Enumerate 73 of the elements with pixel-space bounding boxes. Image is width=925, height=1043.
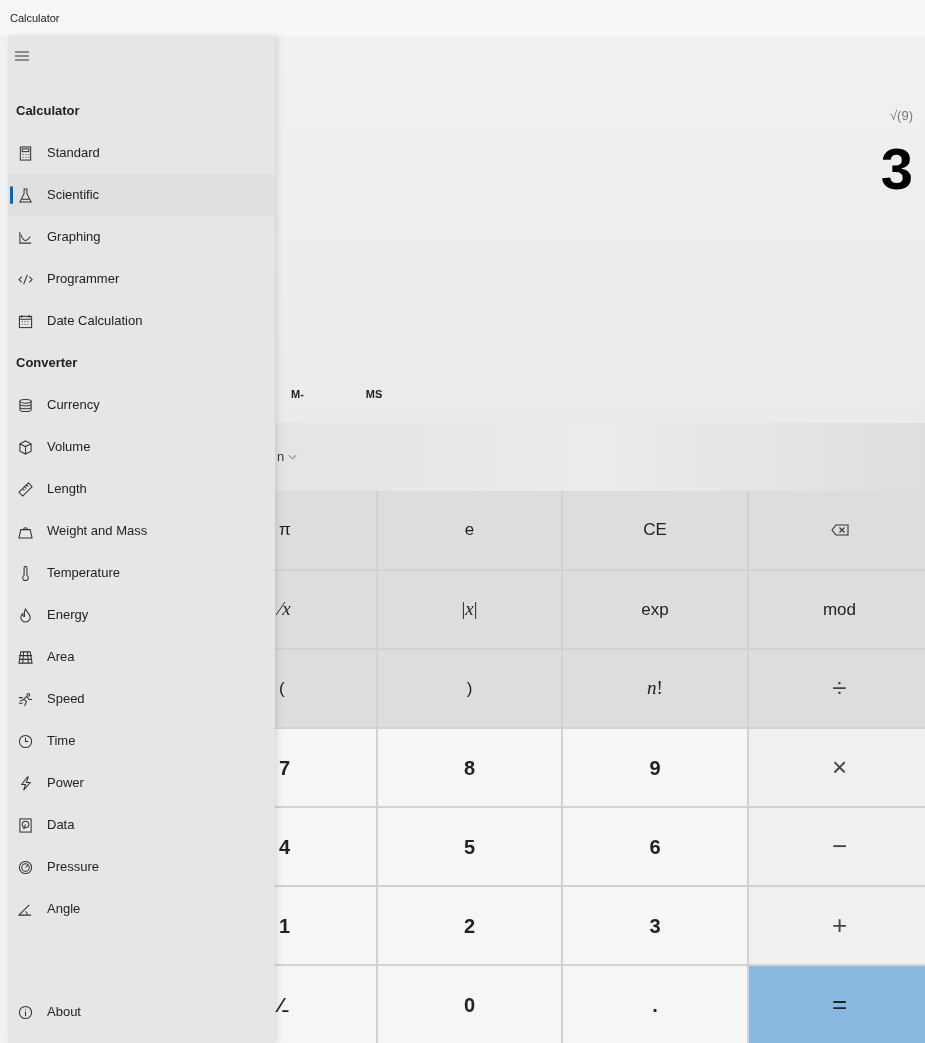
menu-icon[interactable] <box>14 50 30 62</box>
nav-item[interactable]: Data <box>8 804 275 846</box>
calculator-icon <box>18 145 33 161</box>
hard-drive-icon <box>18 817 33 833</box>
function-key[interactable]: mod <box>749 571 925 648</box>
operator-key[interactable]: − <box>749 808 925 885</box>
operator-key[interactable]: × <box>749 729 925 806</box>
expression-text: √(9) <box>889 107 913 125</box>
function-key[interactable]: ⁄x <box>275 571 376 648</box>
section-heading: Converter <box>15 354 79 373</box>
nav-item[interactable]: Volume <box>8 426 275 468</box>
backspace-icon <box>830 524 849 536</box>
gauge-icon <box>18 859 33 875</box>
function-key[interactable]: ) <box>378 650 561 727</box>
function-key[interactable]: n! <box>563 650 747 727</box>
nav-item[interactable]: Length <box>8 468 275 510</box>
digit-key[interactable]: 7 <box>275 729 376 806</box>
info-icon <box>18 1004 33 1020</box>
digit-key[interactable]: 3 <box>563 887 747 964</box>
graph-icon <box>18 229 33 245</box>
function-key[interactable]: |x| <box>378 571 561 648</box>
window-title: Calculator <box>10 10 60 26</box>
function-key[interactable]: e <box>378 491 561 569</box>
coins-icon <box>18 397 33 413</box>
function-key[interactable]: π <box>275 491 376 569</box>
nav-item[interactable]: Graphing <box>8 216 275 258</box>
nav-item[interactable]: Energy <box>8 594 275 636</box>
nav-item[interactable]: Area <box>8 636 275 678</box>
nav-item[interactable]: About <box>8 991 81 1033</box>
nav-item[interactable]: Currency <box>8 384 275 426</box>
function-key[interactable]: ( <box>275 650 376 727</box>
memory-button[interactable]: MS <box>365 386 383 403</box>
nav-item[interactable]: Power <box>8 762 275 804</box>
digit-key[interactable]: 9 <box>563 729 747 806</box>
digit-key[interactable]: 2 <box>378 887 561 964</box>
equals-key[interactable]: = <box>749 966 925 1043</box>
ruler-icon <box>18 481 33 497</box>
lightning-icon <box>18 775 33 791</box>
digit-key[interactable]: . <box>563 966 747 1043</box>
nav-item[interactable]: Temperature <box>8 552 275 594</box>
operator-key[interactable]: + <box>749 887 925 964</box>
digit-key[interactable]: 8 <box>378 729 561 806</box>
selection-indicator <box>10 186 13 204</box>
flame-icon <box>18 607 33 623</box>
section-heading: Calculator <box>15 102 81 121</box>
function-key[interactable]: exp <box>563 571 747 648</box>
nav-item[interactable]: Speed <box>8 678 275 720</box>
operator-key[interactable]: ÷ <box>749 650 925 727</box>
runner-icon <box>18 691 33 707</box>
grid-icon <box>18 649 33 665</box>
memory-button[interactable]: M- <box>291 386 304 403</box>
digit-key[interactable]: 5 <box>378 808 561 885</box>
nav-item[interactable]: Programmer <box>8 258 275 300</box>
nav-item[interactable]: Date Calculation <box>8 300 275 342</box>
cube-icon <box>18 439 33 455</box>
chevron-down-icon <box>288 454 298 461</box>
function-key[interactable]: CE <box>563 491 747 569</box>
nav-item[interactable]: Weight and Mass <box>8 510 275 552</box>
clock-icon <box>18 733 33 749</box>
nav-item[interactable]: Time <box>8 720 275 762</box>
digit-key[interactable]: ⁄₋ <box>275 966 376 1043</box>
result-display: 3 <box>880 139 913 198</box>
calendar-icon <box>18 313 33 329</box>
mode-dropdown[interactable]: n <box>275 447 298 467</box>
nav-item[interactable]: Scientific <box>8 174 275 216</box>
flask-icon <box>18 187 33 203</box>
digit-key[interactable]: 0 <box>378 966 561 1043</box>
digit-key[interactable]: 4 <box>275 808 376 885</box>
digit-key[interactable]: 6 <box>563 808 747 885</box>
digit-key[interactable]: 1 <box>275 887 376 964</box>
nav-item[interactable]: Pressure <box>8 846 275 888</box>
nav-item[interactable]: Standard <box>8 132 275 174</box>
nav-item[interactable]: Angle <box>8 888 275 930</box>
